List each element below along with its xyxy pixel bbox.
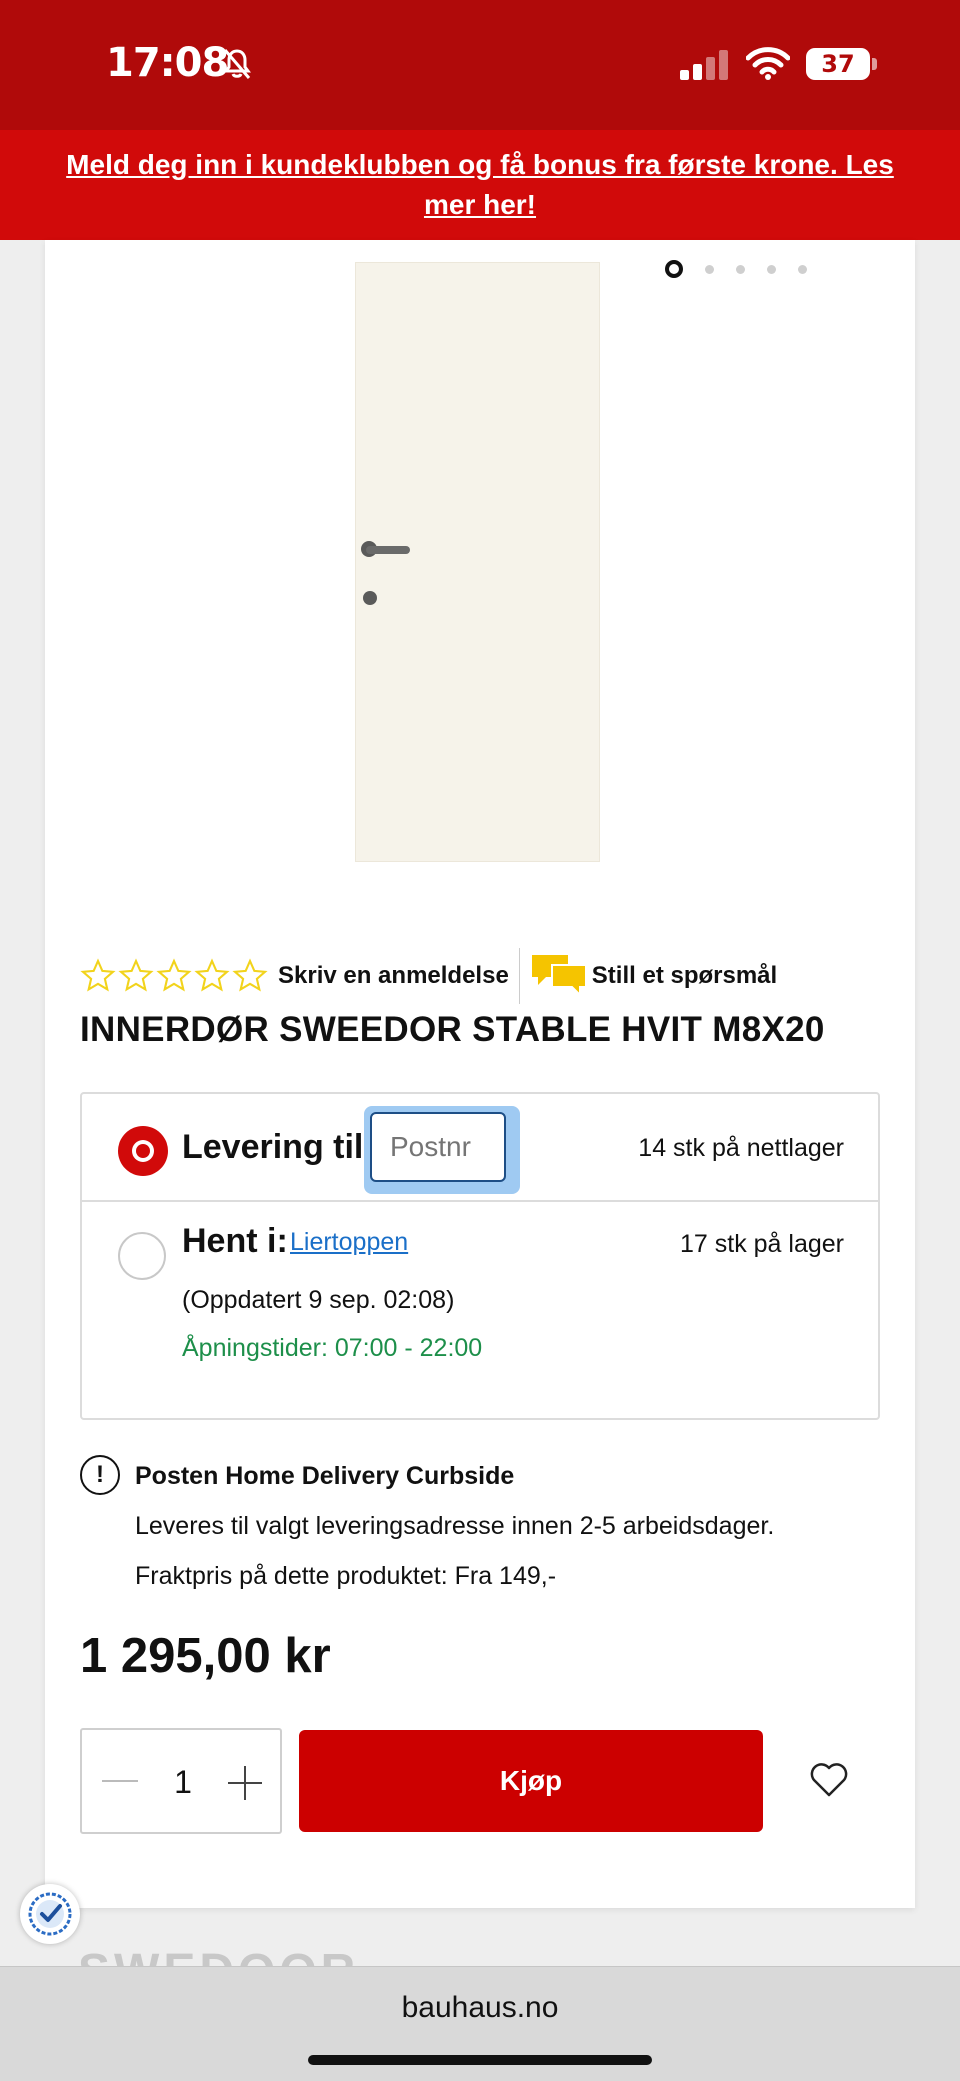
star-empty-icon [194, 958, 230, 992]
carousel-dots [665, 260, 807, 278]
brand-logo-peek: SWEDOOR [78, 1950, 458, 1966]
shipping-price: Fraktpris på dette produktet: Fra 149,- [135, 1562, 557, 1590]
write-review-link[interactable]: Skriv en anmeldelse [278, 962, 509, 990]
quantity-stepper: 1 [80, 1728, 282, 1834]
cellular-signal-icon [680, 50, 728, 80]
delivery-option-home[interactable]: Levering til: 14 stk på nettlager [82, 1094, 878, 1202]
home-indicator [308, 2055, 652, 2065]
product-title: INNERDØR SWEEDOR STABLE HVIT M8X20 [80, 1010, 825, 1049]
product-price: 1 295,00 kr [80, 1629, 331, 1683]
door-handle [366, 546, 410, 554]
postnr-focus-ring [364, 1106, 520, 1194]
carousel-dot[interactable] [705, 264, 714, 274]
browser-address-bar: bauhaus.no [0, 1966, 960, 2081]
bell-muted-icon [223, 49, 251, 79]
star-empty-icon [156, 958, 192, 992]
online-stock-text: 14 stk på nettlager [638, 1134, 844, 1162]
carousel-dot[interactable] [798, 264, 807, 274]
clock: 17:08 [106, 40, 229, 86]
promo-banner: Meld deg inn i kundeklubben og få bonus … [0, 130, 960, 240]
stock-updated-text: (Oppdatert 9 sep. 02:08) [182, 1286, 455, 1314]
minus-icon[interactable] [102, 1780, 138, 1782]
delivery-label: Levering til: [182, 1128, 375, 1166]
store-link[interactable]: Liertoppen [290, 1228, 408, 1257]
ask-question-link[interactable]: Still et spørsmål [592, 962, 777, 990]
shield-check-icon [28, 1892, 72, 1936]
url-display[interactable]: bauhaus.no [0, 1991, 960, 2025]
postnr-input[interactable] [370, 1112, 506, 1182]
info-icon: ! [80, 1455, 120, 1495]
plus-icon-vertical[interactable] [244, 1766, 246, 1800]
divider [518, 948, 520, 1004]
product-card: Skriv en anmeldelse Still et spørsmål IN… [45, 240, 915, 1908]
pickup-label: Hent i: [182, 1222, 288, 1260]
verified-badge[interactable] [20, 1884, 80, 1944]
status-bar: 17:08 37 [0, 0, 960, 130]
carousel-dot[interactable] [767, 264, 776, 274]
promo-link[interactable]: Meld deg inn i kundeklubben og få bonus … [50, 145, 910, 225]
heart-icon[interactable] [809, 1762, 849, 1798]
door-keyhole [363, 591, 377, 605]
battery-nub [872, 58, 877, 70]
star-empty-icon [232, 958, 268, 992]
carousel-dot[interactable] [665, 260, 683, 278]
radio-selected[interactable] [118, 1126, 168, 1176]
star-rating [80, 958, 268, 994]
battery-icon: 37 [806, 48, 870, 80]
radio-unselected[interactable] [118, 1232, 166, 1280]
buy-button[interactable]: Kjøp [299, 1730, 763, 1832]
rating-row: Skriv en anmeldelse Still et spørsmål [80, 948, 777, 1004]
carousel-dot[interactable] [736, 264, 745, 274]
chat-bubbles-icon[interactable] [530, 951, 588, 1001]
wifi-icon [746, 47, 790, 80]
delivery-options: Levering til: 14 stk på nettlager Hent i… [80, 1092, 880, 1420]
star-empty-icon [118, 958, 154, 992]
shipping-title: Posten Home Delivery Curbside [135, 1462, 515, 1490]
product-image[interactable] [355, 262, 600, 862]
opening-hours-text: Åpningstider: 07:00 - 22:00 [182, 1334, 483, 1362]
store-stock-text: 17 stk på lager [680, 1230, 844, 1258]
shipping-description: Leveres til valgt leveringsadresse innen… [135, 1512, 775, 1540]
star-empty-icon [80, 958, 116, 992]
quantity-value[interactable]: 1 [170, 1764, 196, 1801]
